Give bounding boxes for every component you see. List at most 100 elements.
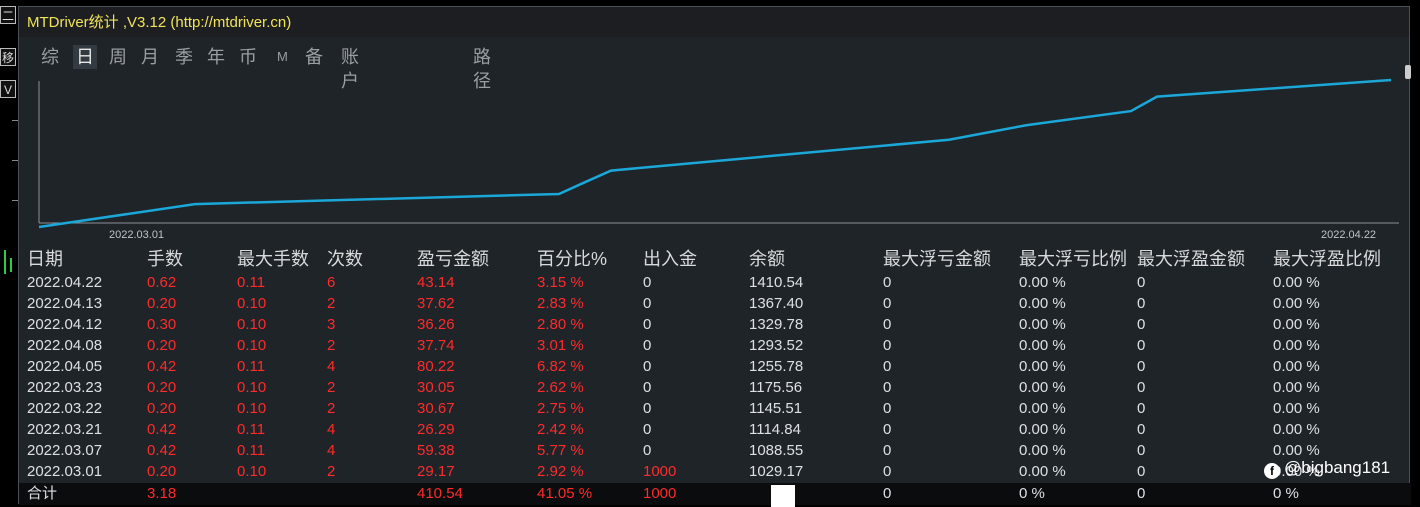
cell-max-float-loss: 0 bbox=[883, 442, 892, 459]
cell-count: 4 bbox=[327, 442, 336, 459]
cell-balance: 1114.84 bbox=[749, 421, 801, 438]
cell-max-lots: 0.11 bbox=[237, 442, 266, 459]
balance-series-line bbox=[38, 78, 1392, 229]
cell-profit: 59.38 bbox=[417, 442, 455, 459]
total-max-float-profit-pct: 0 % bbox=[1273, 485, 1299, 502]
cell-max-float-loss-pct: 0.00 % bbox=[1019, 358, 1066, 375]
cell-max-float-loss-pct: 0.00 % bbox=[1019, 442, 1066, 459]
cell-date: 2022.04.12 bbox=[27, 316, 103, 333]
cell-percent: 6.82 % bbox=[537, 358, 584, 375]
tab-yearly[interactable]: 年 bbox=[207, 45, 225, 69]
cell-max-float-profit-pct: 0.00 % bbox=[1273, 337, 1320, 354]
cell-percent: 2.92 % bbox=[537, 463, 584, 480]
cell-balance: 1329.78 bbox=[749, 316, 804, 333]
cell-max-float-profit: 0 bbox=[1137, 463, 1146, 480]
tab-daily[interactable]: 日 bbox=[73, 45, 97, 69]
cell-balance: 1088.55 bbox=[749, 442, 804, 459]
cell-percent: 2.75 % bbox=[537, 400, 584, 417]
cell-deposit: 0 bbox=[643, 316, 652, 333]
cell-percent: 2.62 % bbox=[537, 379, 584, 396]
table-row: 2022.03.21 0.42 0.11 4 26.29 2.42 % 0 1114.84 0 0… bbox=[19, 419, 1411, 440]
cell-deposit: 0 bbox=[643, 358, 652, 375]
cell-lots: 0.42 bbox=[147, 358, 177, 375]
tab-account[interactable]: 账户 bbox=[341, 45, 359, 91]
cell-max-float-profit-pct: 0.00 % bbox=[1273, 295, 1320, 312]
cell-profit: 26.29 bbox=[417, 421, 455, 438]
cell-count: 2 bbox=[327, 463, 336, 480]
background-chart-strip: 二 移 V bbox=[0, 0, 18, 504]
cell-max-float-loss: 0 bbox=[883, 463, 892, 480]
cell-balance: 1029.17 bbox=[749, 463, 804, 480]
cell-deposit: 0 bbox=[643, 442, 652, 459]
cell-deposit: 0 bbox=[643, 274, 652, 291]
statistics-panel: MTDriver统计 ,V3.12 (http://mtdriver.cn) 综… bbox=[18, 6, 1411, 507]
strip-button-1[interactable]: 二 bbox=[0, 6, 16, 24]
tab-monthly[interactable]: 月 bbox=[141, 45, 159, 69]
cell-max-float-profit: 0 bbox=[1137, 274, 1146, 291]
cell-profit: 43.14 bbox=[417, 274, 455, 291]
cell-max-float-loss-pct: 0.00 % bbox=[1019, 274, 1066, 291]
cell-percent: 3.01 % bbox=[537, 337, 584, 354]
table-row: 2022.04.12 0.30 0.10 3 36.26 2.80 % 0 1329.78 0 0… bbox=[19, 314, 1411, 335]
cell-profit: 36.26 bbox=[417, 316, 455, 333]
cell-max-lots: 0.10 bbox=[237, 316, 267, 333]
total-max-float-loss-pct: 0 % bbox=[1019, 485, 1045, 502]
cell-lots: 0.30 bbox=[147, 316, 177, 333]
watermark-text: @bigbang181 bbox=[1284, 458, 1391, 477]
cell-count: 4 bbox=[327, 421, 336, 438]
cell-profit: 30.67 bbox=[417, 400, 455, 417]
cell-percent: 2.80 % bbox=[537, 316, 584, 333]
balance-chart-svg bbox=[38, 78, 1399, 229]
strip-button-2[interactable]: 移 bbox=[0, 48, 16, 66]
cell-count: 2 bbox=[327, 295, 336, 312]
cell-lots: 0.62 bbox=[147, 274, 177, 291]
table-row: 2022.04.22 0.62 0.11 6 43.14 3.15 % 0 1410.54 0 0… bbox=[19, 272, 1411, 293]
cell-max-float-loss: 0 bbox=[883, 400, 892, 417]
tab-currency[interactable]: 币 bbox=[239, 45, 257, 69]
cell-profit: 30.05 bbox=[417, 379, 455, 396]
total-percent: 41.05 % bbox=[537, 485, 593, 502]
cell-percent: 2.83 % bbox=[537, 295, 584, 312]
cell-max-float-profit: 0 bbox=[1137, 379, 1146, 396]
cell-deposit: 1000 bbox=[643, 463, 677, 480]
cell-balance: 1410.54 bbox=[749, 274, 804, 291]
cell-profit: 37.74 bbox=[417, 337, 455, 354]
cell-count: 2 bbox=[327, 400, 336, 417]
cell-max-float-loss: 0 bbox=[883, 274, 892, 291]
cell-lots: 0.42 bbox=[147, 442, 177, 459]
tab-quarterly[interactable]: 季 bbox=[175, 45, 193, 69]
cell-max-float-loss: 0 bbox=[883, 421, 892, 438]
cell-max-float-profit-pct: 0.00 % bbox=[1273, 316, 1320, 333]
table-row: 2022.03.22 0.20 0.10 2 30.67 2.75 % 0 1145.51 0 0… bbox=[19, 398, 1411, 419]
cell-max-float-loss-pct: 0.00 % bbox=[1019, 463, 1066, 480]
total-max-float-profit: 0 bbox=[1137, 485, 1146, 502]
table-row: 2022.04.13 0.20 0.10 2 37.62 2.83 % 0 1367.40 0 0… bbox=[19, 293, 1411, 314]
facebook-icon: f bbox=[1264, 463, 1280, 479]
column-header-percent: 百分比% bbox=[537, 249, 608, 269]
cell-max-float-profit-pct: 0.00 % bbox=[1273, 421, 1320, 438]
total-profit: 410.54 bbox=[417, 485, 463, 502]
tab-path[interactable]: 路径 bbox=[473, 45, 491, 91]
cell-lots: 0.20 bbox=[147, 400, 177, 417]
cell-max-float-profit: 0 bbox=[1137, 337, 1146, 354]
column-header-balance: 余额 bbox=[749, 249, 785, 269]
strip-button-3[interactable]: V bbox=[0, 80, 16, 98]
cell-max-float-profit-pct: 0.00 % bbox=[1273, 400, 1320, 417]
column-header-max-float-loss: 最大浮亏金额 bbox=[883, 249, 991, 269]
tab-m[interactable]: M bbox=[277, 45, 288, 69]
cell-max-float-loss-pct: 0.00 % bbox=[1019, 421, 1066, 438]
tab-weekly[interactable]: 周 bbox=[109, 45, 127, 69]
cell-max-float-loss: 0 bbox=[883, 337, 892, 354]
tab-summary[interactable]: 综 bbox=[41, 45, 59, 69]
table-row: 2022.03.23 0.20 0.10 2 30.05 2.62 % 0 1175.56 0 0… bbox=[19, 377, 1411, 398]
cell-max-float-loss: 0 bbox=[883, 316, 892, 333]
column-header-deposit: 出入金 bbox=[643, 249, 697, 269]
cell-max-float-profit-pct: 0.00 % bbox=[1273, 274, 1320, 291]
cell-max-float-loss-pct: 0.00 % bbox=[1019, 295, 1066, 312]
cell-max-lots: 0.10 bbox=[237, 337, 267, 354]
cell-lots: 0.20 bbox=[147, 337, 177, 354]
candle-mark bbox=[10, 258, 12, 272]
table-row: 2022.04.08 0.20 0.10 2 37.74 3.01 % 0 1293.52 0 0… bbox=[19, 335, 1411, 356]
tab-notes[interactable]: 备 bbox=[305, 45, 323, 69]
candle-mark bbox=[4, 250, 6, 274]
